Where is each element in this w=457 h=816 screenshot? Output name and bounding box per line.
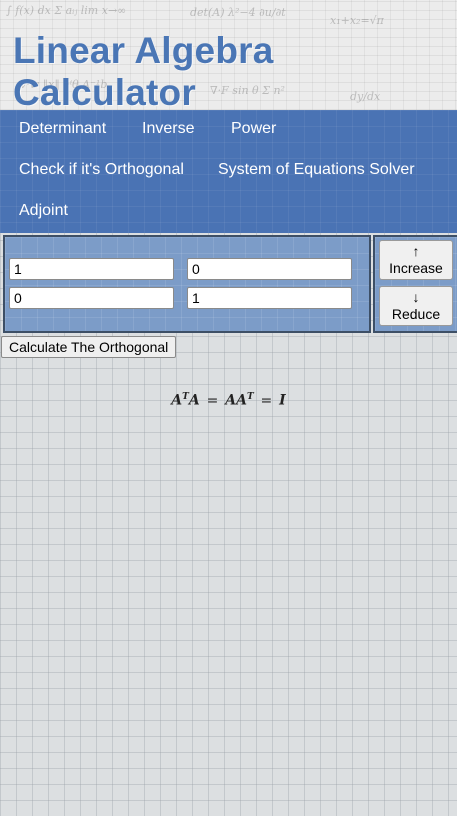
page-title: Linear Algebra Calculator [13,30,274,110]
matrix-cell-r1-c1[interactable] [9,258,174,280]
nav-item-orthogonal[interactable]: Check if it's Orthogonal [19,161,184,179]
formula-symbol: A [236,392,247,409]
increase-size-button[interactable]: ↑ Increase [379,240,453,280]
nav-item-inverse[interactable]: Inverse [142,120,194,138]
background-math-scribble: ∫ f(x) dx Σ aᵢⱼ lim x→∞ [6,4,127,17]
increase-label: Increase [389,260,443,276]
formula-superscript: T [246,392,254,402]
formula-operator: = [206,392,219,409]
matrix-input-panel [3,235,371,333]
main-navigation: Determinant Inverse Power Check if it's … [0,110,457,233]
matrix-size-controls: ↑ Increase ↓ Reduce [373,235,457,333]
calculate-orthogonal-button[interactable]: Calculate The Orthogonal [1,336,177,358]
matrix-cell-r2-c2[interactable] [187,287,352,309]
reduce-label: Reduce [391,306,441,322]
matrix-cell-r1-c2[interactable] [187,258,352,280]
formula-symbol: A [188,392,200,409]
background-math-scribble: det(A) λ²−4 ∂u/∂t [190,6,286,19]
orthogonal-formula: ATA = AAT = I [0,392,457,409]
formula-superscript: T [182,392,189,402]
nav-item-system-solver[interactable]: System of Equations Solver [218,161,415,179]
nav-item-adjoint[interactable]: Adjoint [19,202,68,220]
matrix-cell-r2-c1[interactable] [9,287,174,309]
formula-symbol: A [225,392,237,409]
nav-item-determinant[interactable]: Determinant [19,120,106,138]
formula-operator: = [260,392,273,409]
header-banner: ∫ f(x) dx Σ aᵢⱼ lim x→∞ det(A) λ²−4 ∂u/∂… [0,0,457,110]
formula-symbol: A [171,392,183,409]
formula-symbol: I [279,392,286,409]
reduce-size-button[interactable]: ↓ Reduce [379,286,453,326]
nav-item-power[interactable]: Power [231,120,276,138]
arrow-down-icon: ↓ [412,289,420,305]
arrow-up-icon: ↑ [412,243,420,259]
background-math-scribble: x₁+x₂=√π [330,14,384,27]
